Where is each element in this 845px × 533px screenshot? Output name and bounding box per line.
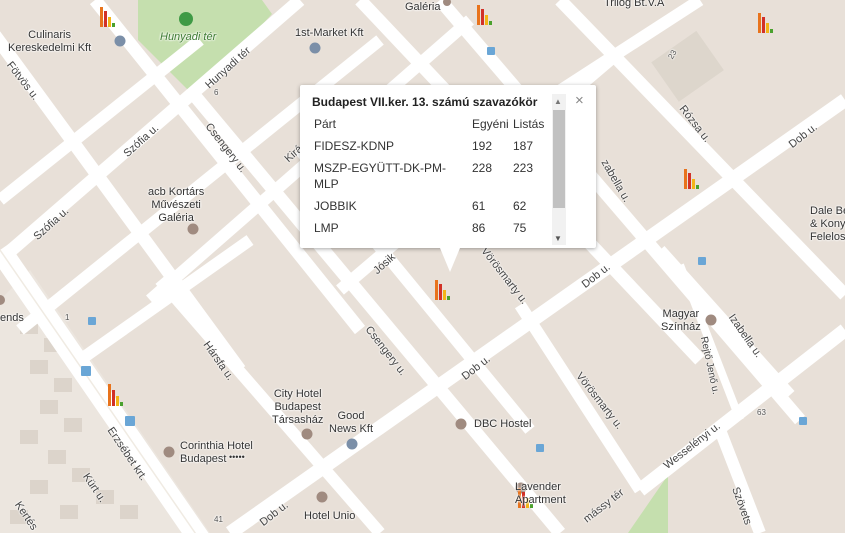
poi-label: Galéria [405,1,441,13]
hotel-icon [455,418,467,430]
table-row: LMP 86 75 [314,217,549,239]
info-window-title: Budapest VII.ker. 13. számú szavazókör [312,95,538,109]
hotel-icon [163,446,175,458]
poi-label: DBC Hostel [474,418,532,430]
park-label: Hunyadi tér [160,31,217,43]
theater-icon [705,314,717,326]
party-name: LMP [314,221,339,235]
listas-value: 75 [513,221,527,235]
shop-icon [309,42,321,54]
poi-label: Lavender Apartment [515,481,566,506]
election-bar-marker[interactable] [108,384,126,406]
poi-label: Hotel Unio [304,510,356,522]
shop-icon [114,35,126,47]
scrollbar[interactable]: ▲ ▼ [552,94,566,245]
election-bar-marker[interactable] [684,167,702,189]
metro-icon [125,416,135,426]
election-bar-marker[interactable] [477,3,495,25]
poi-label: acb Kortárs Művészeti Galéria [148,186,205,224]
table-row: MSZP-EGYÜTT-DK-PM-MLP 228 223 [314,157,549,195]
header-egyeni: Egyéni [472,117,509,131]
transit-icon [487,47,495,55]
gallery-icon [187,223,199,235]
info-window[interactable]: Budapest VII.ker. 13. számú szavazókör ×… [300,85,596,272]
transit-icon [536,444,544,452]
egyeni-value: 228 [472,161,493,175]
poi-label: Dale Be & Konyk Felelos [810,205,845,243]
hotel-icon [316,491,328,503]
results-table: Párt Egyéni Listás FIDESZ-KDNP 192 187 M… [314,113,549,239]
listas-value: 223 [513,161,534,175]
poi-label: City Hotel Budapest Társasház [272,388,324,426]
transit-icon [799,417,807,425]
close-button[interactable]: × [575,93,584,108]
shop-icon [346,438,358,450]
poi-label: Culinaris Kereskedelmi Kft [8,29,92,54]
egyeni-value: 192 [472,139,493,153]
egyeni-value: 61 [472,199,486,213]
election-bar-marker[interactable] [758,11,776,33]
info-window-tail [440,248,460,272]
poi-label: Trilog Bt.V.A [604,0,665,9]
poi-label: ends [0,312,24,324]
party-name: FIDESZ-KDNP [314,139,395,153]
transit-icon [698,257,706,265]
tree-icon [179,12,193,26]
header-listas: Listás [513,117,545,131]
egyeni-value: 86 [472,221,486,235]
election-bar-marker[interactable] [100,5,118,27]
poi-label: Good News Kft [329,410,374,435]
scrollbar-thumb[interactable] [553,110,565,208]
party-name: MSZP-EGYÜTT-DK-PM-MLP [314,161,446,191]
poi-label: 1st-Market Kft [295,27,364,39]
poi-stars: ••••• [229,452,245,462]
poi-label: Magyar Színház [661,308,701,333]
scroll-down-icon[interactable]: ▼ [554,234,562,243]
house-number: 63 [757,408,766,417]
hotel-icon [301,428,313,440]
house-number: 6 [214,88,219,97]
table-row: JOBBIK 61 62 [314,195,549,217]
results-table-container[interactable]: Párt Egyéni Listás FIDESZ-KDNP 192 187 M… [314,113,550,243]
table-header-row: Párt Egyéni Listás [314,113,549,135]
election-bar-marker-selected[interactable] [435,278,453,300]
listas-value: 62 [513,199,527,213]
listas-value: 187 [513,139,534,153]
transit-icon [88,317,96,325]
table-row: FIDESZ-KDNP 192 187 [314,135,549,157]
scroll-up-icon[interactable]: ▲ [554,97,562,106]
house-number: 1 [65,313,70,322]
metro-icon [81,366,91,376]
party-name: JOBBIK [314,199,357,213]
house-number: 41 [214,515,223,524]
header-party: Párt [314,117,337,131]
